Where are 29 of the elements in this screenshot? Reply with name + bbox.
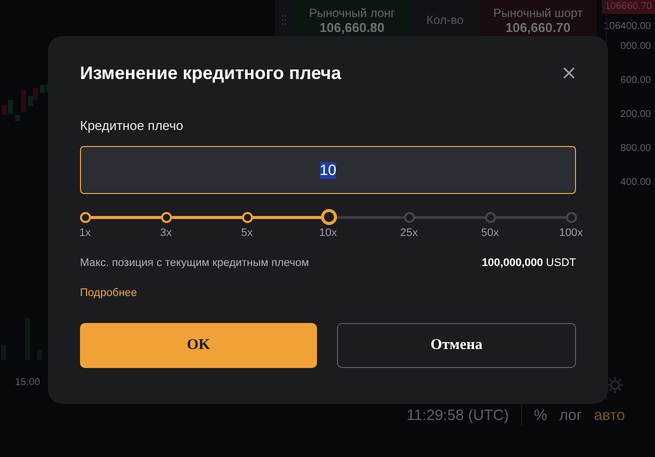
drag-handle-icon[interactable] — [281, 14, 287, 26]
price-axis-label: 200.00 — [620, 108, 652, 122]
candle — [21, 90, 26, 112]
ok-button[interactable]: OK — [80, 323, 317, 368]
price-axis-label: 106400.00 — [604, 20, 652, 34]
max-position-label: Макс. позиция с текущим кредитным плечом — [80, 257, 309, 269]
slider-mark-label[interactable]: 50x — [481, 227, 499, 239]
field-label: Кредитное плечо — [80, 118, 184, 133]
more-link[interactable]: Подробнее — [80, 287, 138, 299]
slider-mark-label[interactable]: 10x — [319, 227, 337, 239]
slider-mark-label[interactable]: 25x — [400, 227, 418, 239]
slider-mark-label[interactable]: 3x — [160, 227, 172, 239]
slider-mark-label[interactable]: 5x — [241, 227, 253, 239]
price-axis-label: 600.00 — [620, 74, 652, 88]
leverage-input-field[interactable]: 10 — [80, 146, 576, 194]
close-icon[interactable] — [562, 66, 576, 80]
price-axis-label: 800.00 — [620, 142, 652, 156]
clock-text: 11:29:58 (UTC) — [406, 406, 509, 424]
slider-mark-label[interactable]: 100x — [559, 227, 583, 239]
price-axis-label: 400.00 — [620, 176, 652, 190]
dialog-title: Изменение кредитного плеча — [80, 62, 342, 84]
scale-option[interactable]: лог — [559, 406, 582, 424]
candle — [15, 115, 20, 121]
price-axis-label: 000.00 — [620, 40, 652, 54]
slider-mark-label[interactable]: 1x — [79, 227, 91, 239]
max-position-value: 100,000,000 USDT — [482, 257, 576, 269]
scale-option[interactable]: % — [534, 406, 548, 424]
cancel-button[interactable]: Отмена — [337, 323, 576, 368]
time-axis-label: 15:00 — [15, 377, 40, 388]
